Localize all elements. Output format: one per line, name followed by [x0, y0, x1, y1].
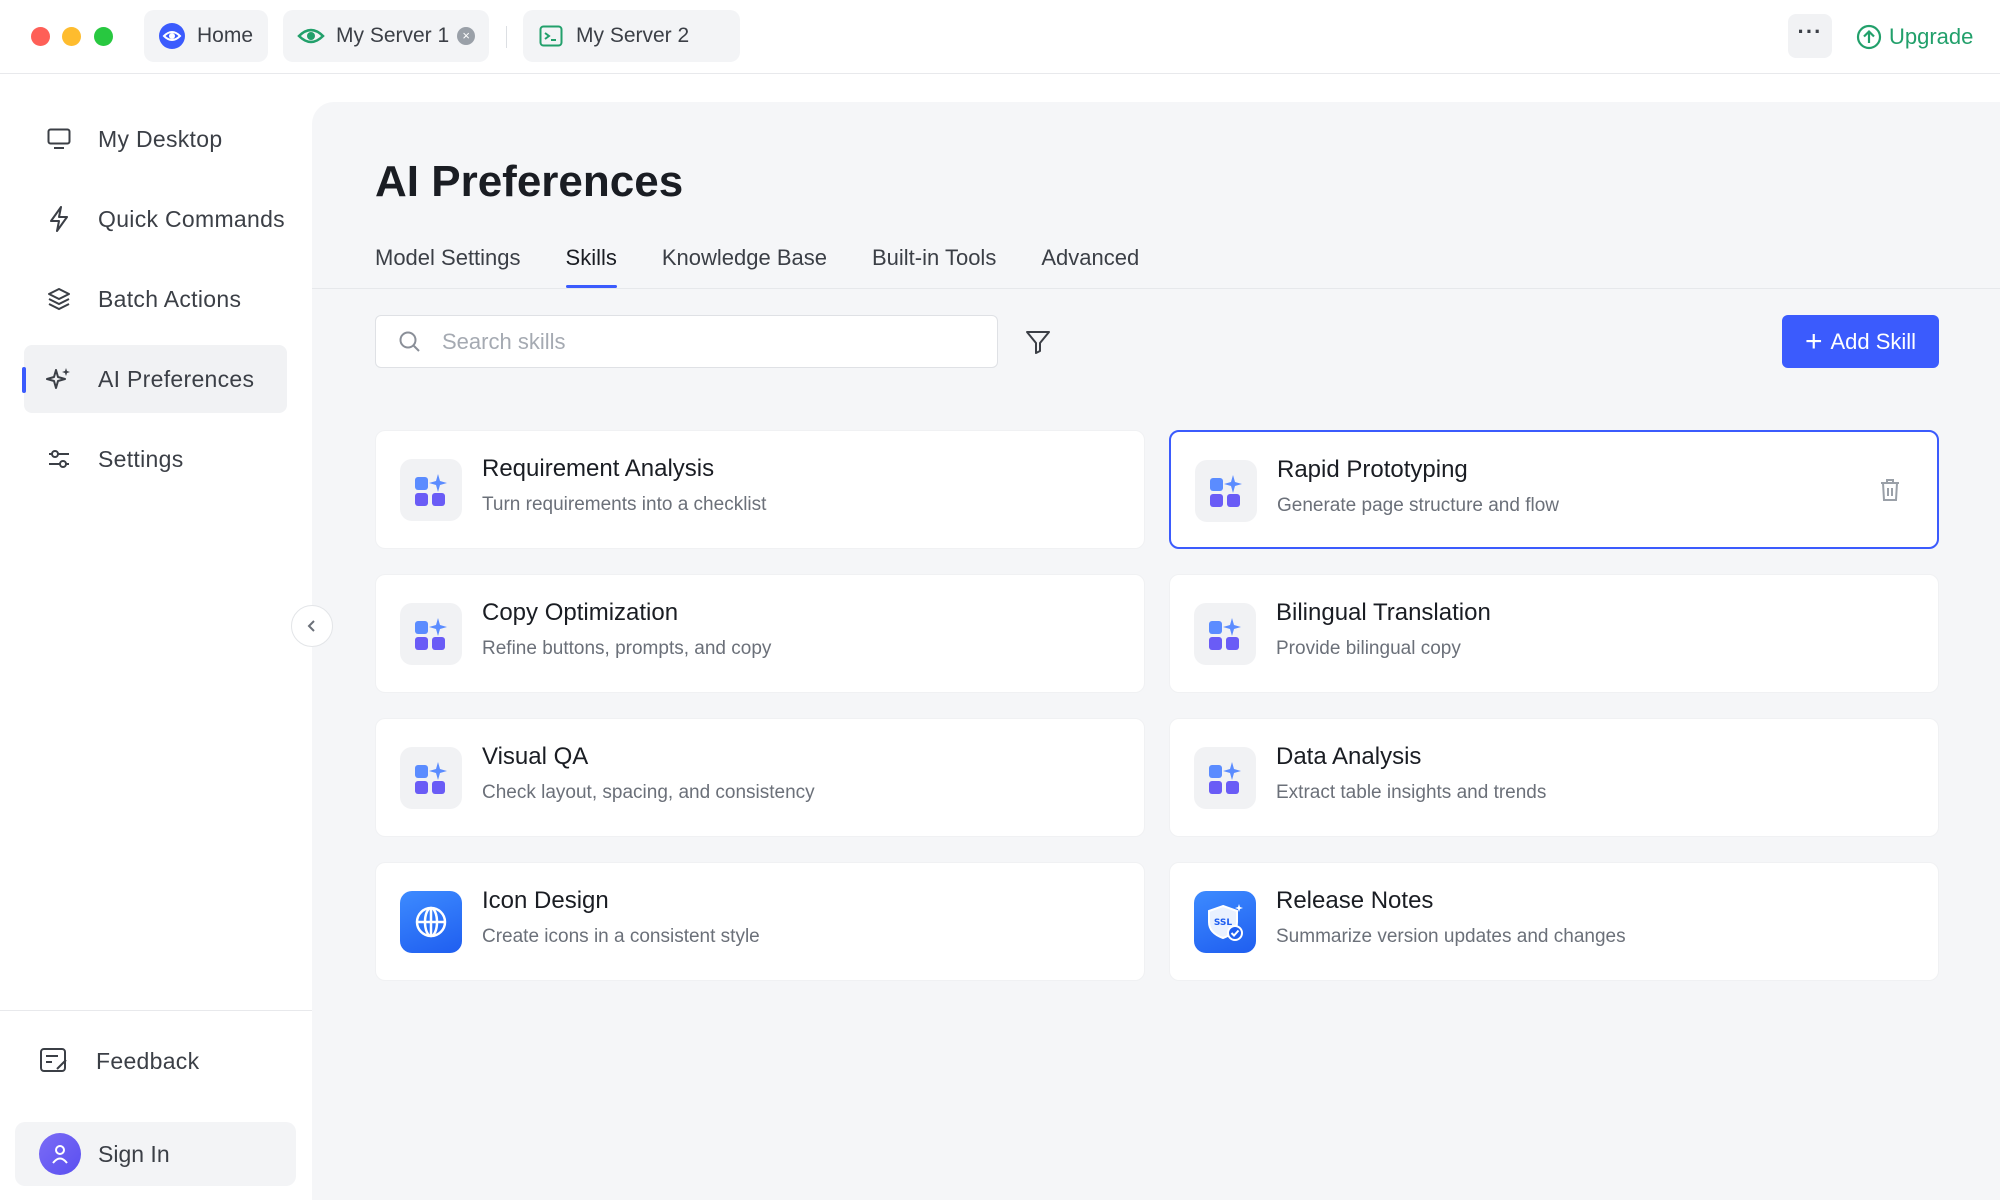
eye-icon — [296, 21, 326, 51]
tab-skills[interactable]: Skills — [565, 242, 618, 288]
sidebar-item-quick-commands[interactable]: Quick Commands — [24, 185, 288, 253]
skill-title: Icon Design — [482, 887, 609, 914]
skill-description: Refine buttons, prompts, and copy — [482, 638, 772, 659]
sidebar-item-my-desktop[interactable]: My Desktop — [24, 105, 288, 173]
skill-description: Extract table insights and trends — [1276, 782, 1547, 803]
apps-sparkle-icon — [400, 459, 462, 521]
more-options-button[interactable]: ··· — [1788, 14, 1832, 58]
sidebar-item-label: Settings — [98, 445, 184, 472]
close-tab-icon[interactable]: × — [457, 27, 476, 45]
add-skill-label: Add Skill — [1830, 328, 1917, 354]
search-icon — [398, 330, 422, 354]
apps-sparkle-icon — [400, 747, 462, 809]
sidebar-item-label: Quick Commands — [98, 205, 285, 232]
search-box — [375, 315, 998, 368]
tab-advanced[interactable]: Advanced — [1041, 242, 1139, 288]
sidebar-divider — [0, 1010, 312, 1011]
add-skill-button[interactable]: + Add Skill — [1782, 315, 1939, 368]
skill-description: Check layout, spacing, and consistency — [482, 782, 815, 803]
skill-title: Data Analysis — [1276, 743, 1422, 770]
feedback-label: Feedback — [96, 1047, 200, 1074]
close-window-button[interactable] — [31, 27, 50, 46]
tab-built-in-tools[interactable]: Built-in Tools — [872, 242, 996, 288]
monitor-icon — [46, 126, 72, 152]
skill-title: Release Notes — [1276, 887, 1434, 914]
globe-icon — [400, 891, 462, 953]
skill-card[interactable]: Icon Design Create icons in a consistent… — [375, 862, 1145, 981]
upgrade-arrow-icon — [1856, 24, 1882, 50]
sign-in-label: Sign In — [98, 1140, 170, 1167]
skill-description: Generate page structure and flow — [1277, 495, 1560, 516]
terminal-icon — [536, 21, 566, 51]
feedback-icon — [38, 1045, 70, 1077]
tab-my-server-1-label: My Server 1 — [336, 24, 450, 47]
tabs-divider — [312, 288, 2000, 289]
skill-title: Copy Optimization — [482, 599, 679, 626]
skill-card[interactable]: Requirement Analysis Turn requirements i… — [375, 430, 1145, 549]
preferences-tabs: Model Settings Skills Knowledge Base Bui… — [375, 242, 1184, 288]
plus-icon: + — [1804, 324, 1823, 358]
layers-icon — [46, 286, 72, 312]
skill-card-selected[interactable]: Rapid Prototyping Generate page structur… — [1169, 430, 1939, 549]
ssl-shield-icon: SSL — [1194, 891, 1256, 953]
eye-icon — [157, 21, 187, 51]
main-panel: AI Preferences Model Settings Skills Kno… — [312, 102, 2000, 1200]
tab-my-server-2-label: My Server 2 — [576, 24, 690, 47]
sidebar-item-ai-preferences[interactable]: AI Preferences — [22, 345, 287, 413]
active-indicator — [22, 367, 26, 393]
skill-title: Requirement Analysis — [482, 455, 715, 482]
maximize-window-button[interactable] — [94, 27, 113, 46]
skill-card[interactable]: Copy Optimization Refine buttons, prompt… — [375, 574, 1145, 693]
tab-my-server-1[interactable]: My Server 1 × — [283, 10, 489, 62]
filter-icon — [1026, 331, 1050, 354]
user-icon — [52, 1145, 68, 1164]
skill-description: Summarize version updates and changes — [1276, 926, 1626, 947]
tab-home-label: Home — [197, 24, 254, 47]
upgrade-button[interactable]: Upgrade — [1856, 20, 1973, 54]
sidebar-item-label: My Desktop — [98, 125, 223, 152]
skill-title: Bilingual Translation — [1276, 599, 1491, 626]
sliders-icon — [46, 446, 72, 472]
apps-sparkle-icon — [1195, 460, 1257, 522]
trash-icon — [1881, 479, 1899, 501]
tab-home[interactable]: Home — [144, 10, 268, 62]
tab-separator — [506, 26, 507, 48]
apps-sparkle-icon — [1194, 747, 1256, 809]
title-bar: Home My Server 1 × My Server 2 ··· Upgra… — [0, 0, 2000, 74]
skill-card[interactable]: Bilingual Translation Provide bilingual … — [1169, 574, 1939, 693]
skill-card[interactable]: Visual QA Check layout, spacing, and con… — [375, 718, 1145, 837]
skill-title: Rapid Prototyping — [1277, 456, 1468, 483]
sign-in-button[interactable]: Sign In — [15, 1122, 296, 1186]
avatar — [39, 1133, 81, 1175]
apps-sparkle-icon — [400, 603, 462, 665]
filter-button[interactable] — [1022, 326, 1054, 358]
collapse-sidebar-button[interactable] — [291, 605, 333, 647]
sidebar-item-label: AI Preferences — [98, 365, 255, 392]
ssl-badge-text: SSL — [1214, 918, 1233, 928]
sidebar-item-batch-actions[interactable]: Batch Actions — [24, 265, 288, 333]
skill-description: Turn requirements into a checklist — [482, 494, 767, 515]
skill-description: Provide bilingual copy — [1276, 638, 1461, 659]
delete-skill-button[interactable] — [1877, 476, 1903, 504]
tab-model-settings[interactable]: Model Settings — [375, 242, 521, 288]
skill-card[interactable]: Data Analysis Extract table insights and… — [1169, 718, 1939, 837]
skill-description: Create icons in a consistent style — [482, 926, 760, 947]
sidebar-item-settings[interactable]: Settings — [24, 425, 288, 493]
apps-sparkle-icon — [1194, 603, 1256, 665]
minimize-window-button[interactable] — [62, 27, 81, 46]
sidebar: My Desktop Quick Commands Batch Actions … — [0, 75, 312, 1200]
tab-my-server-2[interactable]: My Server 2 — [523, 10, 740, 62]
skill-title: Visual QA — [482, 743, 589, 770]
sidebar-item-label: Batch Actions — [98, 285, 242, 312]
feedback-button[interactable]: Feedback — [38, 1045, 199, 1077]
chevron-left-icon — [307, 620, 315, 632]
lightning-icon — [46, 206, 72, 232]
skills-grid: Requirement Analysis Turn requirements i… — [375, 430, 1939, 990]
sparkle-icon — [46, 366, 72, 392]
tab-knowledge-base[interactable]: Knowledge Base — [662, 242, 827, 288]
page-title: AI Preferences — [375, 157, 684, 206]
search-input[interactable] — [442, 328, 982, 355]
skill-card[interactable]: SSL Release Notes Summarize version upda… — [1169, 862, 1939, 981]
upgrade-label: Upgrade — [1889, 24, 1974, 49]
